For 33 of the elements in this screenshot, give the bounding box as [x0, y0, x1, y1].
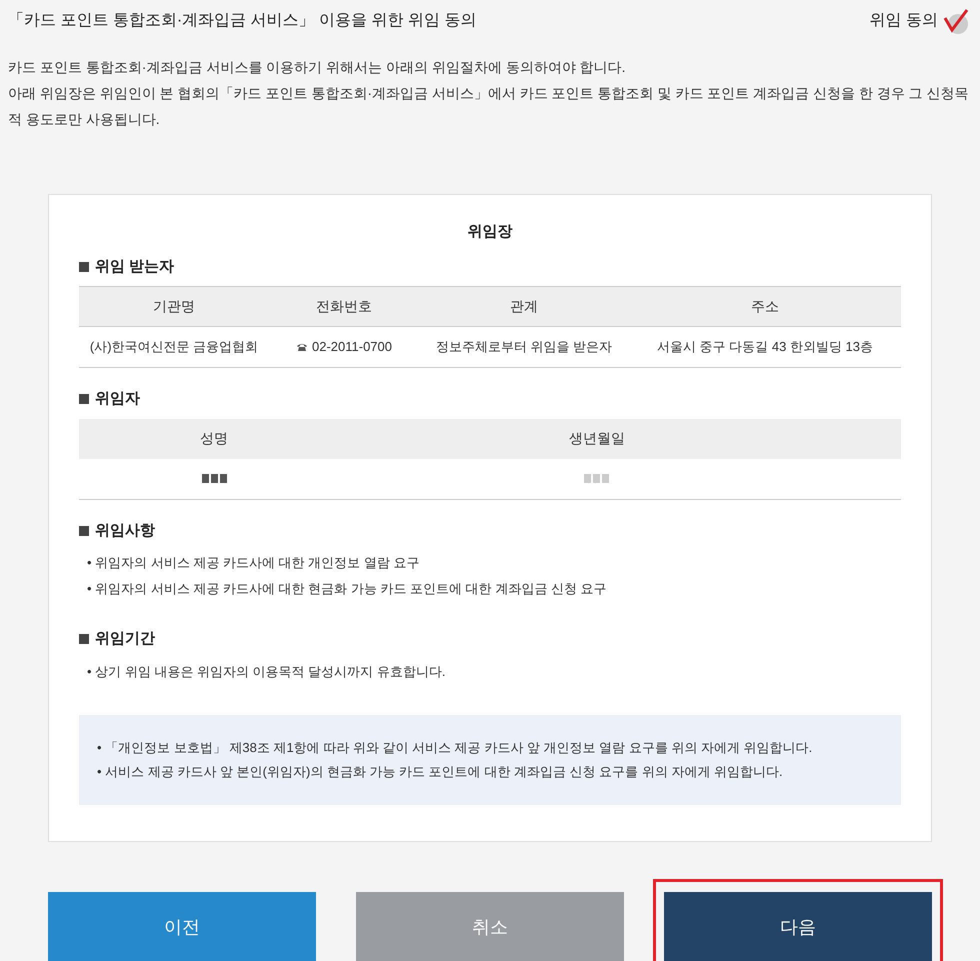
intro-text: 카드 포인트 통합조회·계좌입금 서비스를 이용하기 위해서는 아래의 위임절차에 동의하여야 합니다. [8, 58, 627, 77]
table-cell: 02-2011-0700 [269, 327, 419, 367]
table-cell-text: 서울시 중구 다동길 43 한외빌딩 13층 [656, 338, 874, 356]
phone-icon [296, 342, 308, 352]
list-item: • 위임자의 서비스 제공 카드사에 대한 개인정보 열람 요구 [87, 554, 420, 572]
redacted-icon [202, 474, 226, 483]
notice-text: • 「개인정보 보호법」 제38조 제1항에 따라 위와 같이 서비스 제공 카드사 앞 개인정보 열람 요구를 위의 자에게 위임합니다. [97, 738, 814, 756]
column-header: 생년월일 [569, 429, 625, 448]
table-cell-text: (사)한국여신전문 금융업협회 [88, 338, 260, 356]
nav-button[interactable]: 다음 [664, 892, 932, 961]
section-heading: 위임사항 [95, 520, 155, 540]
table-cell-text: 정보주체로부터 위임을 받은자 [434, 338, 614, 356]
redacted-icon [584, 474, 609, 483]
column-header: 주소 [629, 287, 901, 327]
consent-checkbox[interactable]: 위임 동의 [870, 8, 968, 34]
document-title: 위임장 [466, 222, 514, 242]
column-header: 성명 [79, 418, 349, 458]
intro-text: 아래 위임장은 위임인이 본 협회의「카드 포인트 통합조회·계좌입금 서비스」에서 카드 포인트 통합조회 및 카드 포인트 계좌입금 신청을 한 경우 그 신청목적 용도로만 사용됩니다. [8, 84, 970, 129]
section-heading: 위임기간 [95, 629, 155, 649]
square-icon [79, 526, 89, 536]
notice-text: • 서비스 제공 카드사 앞 본인(위임자)의 현금화 가능 카드 포인트에 대한 계좌입금 신청 요구를 위의 자에게 위임합니다. [97, 762, 784, 781]
list-item: • 상기 위임 내용은 위임자의 이용목적 달성시까지 유효합니다. [87, 662, 446, 680]
section-heading: 위임자 [95, 389, 140, 409]
square-icon [79, 634, 89, 644]
column-header: 전화번호 [269, 287, 419, 327]
square-icon [79, 262, 89, 272]
square-icon [79, 394, 89, 404]
column-header: 기관명 [79, 287, 269, 327]
page-title: 「카드 포인트 통합조회·계좌입금 서비스」 이용을 위한 위임 동의 [8, 11, 476, 31]
section-heading: 위임 받는자 [95, 256, 174, 276]
list-item: • 위임자의 서비스 제공 카드사에 대한 현금화 가능 카드 포인트에 대한 계좌입금 신청 요구 [87, 580, 608, 598]
nav-button[interactable]: 이전 [48, 892, 316, 961]
column-header: 관계 [419, 287, 629, 327]
